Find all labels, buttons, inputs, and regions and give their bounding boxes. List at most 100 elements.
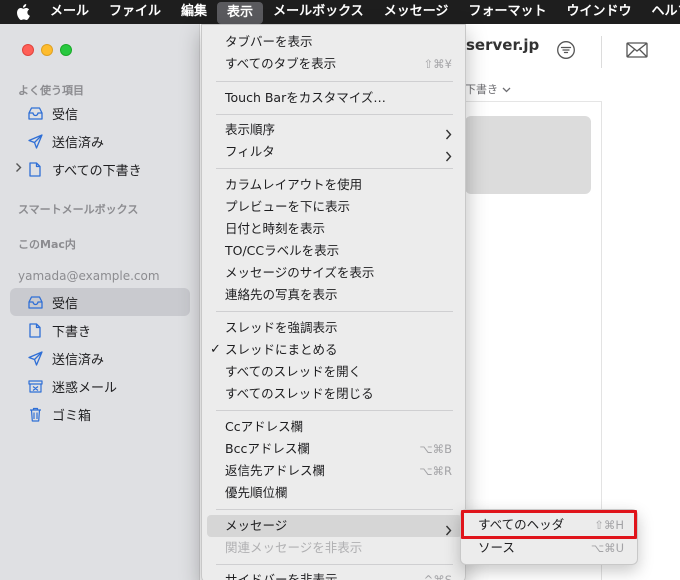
list-separator [465, 101, 602, 102]
shortcut-label: ⌥⌘B [419, 442, 452, 456]
smart-mailboxes-heading[interactable]: スマートメールボックス [18, 201, 138, 217]
sidebar-item-drafts[interactable]: 下書き [10, 316, 190, 344]
menu-format[interactable]: フォーマット [458, 0, 556, 24]
menu-item-label: サイドバーを非表示 [225, 572, 338, 580]
inbox-icon [27, 105, 43, 121]
menu-item-reply-to-field[interactable]: 返信先アドレス欄 ⌥⌘R [207, 460, 462, 482]
menu-separator [216, 509, 453, 510]
submenu-item-source[interactable]: ソース ⌥⌘U [466, 537, 634, 559]
sort-selector[interactable]: 下書き [465, 81, 511, 97]
sidebar-item-junk[interactable]: 迷惑メール [10, 372, 190, 400]
sent-icon [27, 133, 43, 149]
menu-item-label: TO/CCラベルを表示 [225, 243, 340, 258]
menu-item-message[interactable]: メッセージ [207, 515, 462, 537]
sidebar-item-inbox[interactable]: 受信 [10, 288, 190, 316]
chevron-right-icon[interactable] [15, 162, 22, 177]
menu-item-customize-touch-bar[interactable]: Touch Barをカスタマイズ… [207, 87, 462, 109]
menu-item-preview-below[interactable]: プレビューを下に表示 [207, 196, 462, 218]
sidebar-item-label: 受信 [52, 107, 79, 123]
zoom-window-button[interactable] [60, 44, 72, 56]
menu-item-label: タブバーを表示 [225, 34, 313, 49]
menu-item-label: 返信先アドレス欄 [225, 463, 326, 478]
menu-view[interactable]: 表示 [217, 1, 264, 24]
menu-item-label: 連絡先の写真を表示 [225, 287, 338, 302]
close-window-button[interactable] [22, 44, 34, 56]
shortcut-label: ⌥⌘U [590, 541, 624, 555]
menu-item-show-date-time[interactable]: 日付と時刻を表示 [207, 218, 462, 240]
menu-item-highlight-threads[interactable]: スレッドを強調表示 [207, 317, 462, 339]
account-heading[interactable]: yamada@example.com [18, 269, 160, 283]
message-list-item[interactable] [465, 116, 591, 194]
apple-icon[interactable] [16, 0, 30, 24]
inbox-icon [27, 294, 43, 310]
menu-edit[interactable]: 編集 [171, 0, 217, 24]
favorites-heading: よく使う項目 [18, 84, 84, 97]
menu-item-label: スレッドを強調表示 [225, 320, 338, 335]
menu-item-label: プレビューを下に表示 [225, 199, 351, 214]
menu-item-label: フィルタ [225, 144, 275, 159]
menu-item-show-contact-photos[interactable]: 連絡先の写真を表示 [207, 284, 462, 306]
sidebar-item-fav-sent[interactable]: 送信済み [10, 127, 190, 155]
menu-separator [216, 311, 453, 312]
menu-item-show-all-tabs[interactable]: すべてのタブを表示 ⇧⌘¥ [207, 53, 462, 75]
menu-mail[interactable]: メール [40, 0, 99, 24]
sidebar: よく使う項目 受信 送信済み すべての下書き スマートメールボックス このMac… [0, 24, 200, 580]
menu-separator [216, 564, 453, 565]
menu-item-label: Touch Barをカスタマイズ… [225, 90, 386, 105]
sidebar-item-label: 送信済み [52, 135, 105, 151]
menu-item-sort-by[interactable]: 表示順序 [207, 119, 462, 141]
menu-item-label: カラムレイアウトを使用 [225, 177, 363, 192]
on-my-mac-heading[interactable]: このMac内 [18, 236, 76, 252]
sort-label: 下書き [465, 83, 498, 96]
menu-window[interactable]: ウインドウ [556, 0, 641, 24]
menu-item-show-tab-bar[interactable]: タブバーを表示 [207, 31, 462, 53]
menu-separator [216, 114, 453, 115]
menu-item-label: Bccアドレス欄 [225, 441, 310, 456]
sidebar-item-fav-all-drafts[interactable]: すべての下書き [10, 155, 190, 183]
menu-file[interactable]: ファイル [99, 0, 171, 24]
chevron-down-icon [502, 83, 511, 96]
menu-item-organize-by-thread[interactable]: ✓ スレッドにまとめる [207, 339, 462, 361]
document-icon [27, 161, 43, 177]
menu-item-show-to-cc-labels[interactable]: TO/CCラベルを表示 [207, 240, 462, 262]
menu-separator [216, 168, 453, 169]
menu-item-priority-field[interactable]: 優先順位欄 [207, 482, 462, 504]
menu-item-column-layout[interactable]: カラムレイアウトを使用 [207, 174, 462, 196]
menu-item-label: メッセージのサイズを表示 [225, 265, 375, 280]
junk-icon [27, 378, 43, 394]
compose-icon[interactable] [626, 42, 648, 62]
menu-item-hide-related-messages: 関連メッセージを非表示 [207, 537, 462, 559]
toolbar-divider [601, 36, 602, 68]
menu-bar: メール ファイル 編集 表示 メールボックス メッセージ フォーマット ウインド… [0, 0, 680, 24]
minimize-window-button[interactable] [41, 44, 53, 56]
sidebar-item-label: 下書き [52, 324, 92, 340]
sidebar-item-sent[interactable]: 送信済み [10, 344, 190, 372]
window-title: server.jp [466, 36, 540, 54]
menu-item-hide-sidebar[interactable]: サイドバーを非表示 ^⌘S [207, 569, 462, 580]
menu-item-label: 日付と時刻を表示 [225, 221, 326, 236]
menu-mailbox[interactable]: メールボックス [263, 0, 374, 24]
menu-help[interactable]: ヘルプ [641, 0, 680, 24]
filter-icon[interactable] [556, 40, 576, 64]
menu-message[interactable]: メッセージ [374, 0, 459, 24]
menu-item-label: ソース [478, 540, 515, 555]
menu-item-collapse-all-threads[interactable]: すべてのスレッドを閉じる [207, 383, 462, 405]
menu-item-filter[interactable]: フィルタ [207, 141, 462, 163]
menu-item-cc-field[interactable]: Ccアドレス欄 [207, 416, 462, 438]
sent-icon [27, 350, 43, 366]
highlight-annotation-box [461, 510, 637, 539]
menu-item-expand-all-threads[interactable]: すべてのスレッドを開く [207, 361, 462, 383]
checkmark-icon: ✓ [210, 342, 221, 357]
menu-item-label: 優先順位欄 [225, 485, 288, 500]
menu-item-show-message-size[interactable]: メッセージのサイズを表示 [207, 262, 462, 284]
sidebar-item-label: すべての下書き [52, 163, 142, 179]
menu-item-label: 表示順序 [225, 122, 276, 137]
menu-item-label: すべてのスレッドを開く [225, 364, 362, 379]
sidebar-item-fav-inbox[interactable]: 受信 [10, 99, 190, 127]
menu-separator [216, 81, 453, 82]
sidebar-item-trash[interactable]: ゴミ箱 [10, 400, 190, 428]
menu-item-bcc-field[interactable]: Bccアドレス欄 ⌥⌘B [207, 438, 462, 460]
shortcut-label: ⌥⌘R [419, 464, 452, 478]
sidebar-item-label: ゴミ箱 [52, 408, 92, 424]
menu-item-label: 関連メッセージを非表示 [225, 540, 363, 555]
